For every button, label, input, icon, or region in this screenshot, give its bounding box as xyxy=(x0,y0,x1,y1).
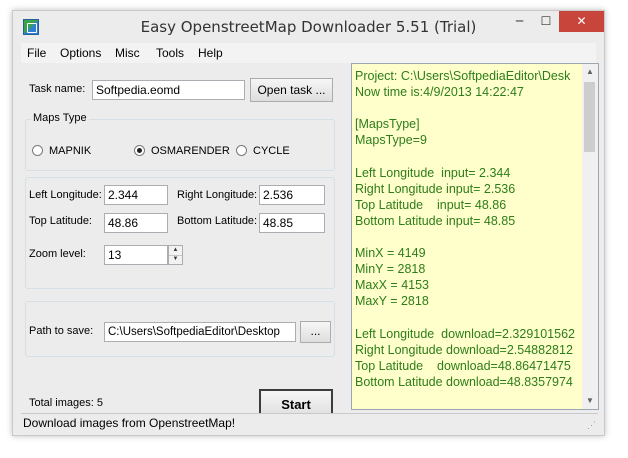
mapnik-label[interactable]: MAPNIK xyxy=(49,145,91,157)
cycle-radio[interactable] xyxy=(236,145,247,156)
bottom-latitude-input[interactable]: 48.85 xyxy=(259,213,325,233)
spin-down-icon[interactable]: ▼ xyxy=(169,255,182,264)
log-line: MinY = 2818 xyxy=(355,262,426,277)
mapnik-radio[interactable] xyxy=(32,145,43,156)
osmarender-radio[interactable] xyxy=(134,145,145,156)
right-longitude-label: Right Longitude: xyxy=(177,189,258,201)
maximize-button[interactable]: ☐ xyxy=(533,11,559,32)
menu-bar: File Options Misc Tools Help xyxy=(21,43,596,63)
log-line: Now time is:4/9/2013 14:22:47 xyxy=(355,85,524,100)
total-images-text: Total images: 5 xyxy=(29,397,103,409)
log-line: Right Longitude input= 2.536 xyxy=(355,181,516,196)
bottom-latitude-label: Bottom Latitude: xyxy=(177,215,258,227)
log-text: Project: C:\Users\SoftpediaEditor\Desk No… xyxy=(355,68,581,390)
log-line: MaxX = 4153 xyxy=(355,278,430,293)
log-scrollbar[interactable]: ▲ ▼ xyxy=(582,64,598,409)
resize-grip-icon[interactable]: ⋰ xyxy=(587,420,596,431)
log-panel[interactable]: Project: C:\Users\SoftpediaEditor\Desk No… xyxy=(351,63,599,410)
log-line: Left Longitude download=2.329101562 xyxy=(355,326,575,341)
scroll-up-icon[interactable]: ▲ xyxy=(582,64,598,80)
title-bar[interactable]: Easy OpenstreetMap Downloader 5.51 (Tria… xyxy=(13,11,604,43)
task-name-label: Task name: xyxy=(29,83,86,95)
log-line: Top Latitude input= 48.86 xyxy=(355,197,507,212)
right-longitude-input[interactable]: 2.536 xyxy=(259,185,325,205)
zoom-level-spinner[interactable]: ▲ ▼ xyxy=(168,245,183,265)
log-line: Top Latitude download=48.86471475 xyxy=(355,358,571,373)
osmarender-label[interactable]: OSMARENDER xyxy=(151,145,230,157)
path-to-save-label: Path to save: xyxy=(29,325,94,337)
cycle-label[interactable]: CYCLE xyxy=(253,145,290,157)
menu-file[interactable]: File xyxy=(27,46,46,60)
log-line: Right Longitude download=2.54882812 xyxy=(355,342,573,357)
scroll-down-icon[interactable]: ▼ xyxy=(582,393,598,409)
close-button[interactable]: ✕ xyxy=(559,11,604,32)
log-line: [MapsType] xyxy=(355,117,420,132)
menu-tools[interactable]: Tools xyxy=(156,46,184,60)
menu-misc[interactable]: Misc xyxy=(115,46,140,60)
maps-type-legend: Maps Type xyxy=(31,112,89,124)
path-to-save-input[interactable]: C:\Users\SoftpediaEditor\Desktop xyxy=(104,322,296,342)
zoom-level-input[interactable]: 13 xyxy=(104,245,168,265)
log-line: MinX = 4149 xyxy=(355,246,426,261)
log-line: Project: C:\Users\SoftpediaEditor\Desk xyxy=(355,69,571,83)
log-line: Bottom Latitude download=48.8357974 xyxy=(355,374,573,389)
top-latitude-input[interactable]: 48.86 xyxy=(104,213,168,233)
log-line: Bottom Latitude input= 48.85 xyxy=(355,213,516,228)
task-name-input[interactable]: Softpedia.eomd xyxy=(92,80,245,100)
log-line: MaxY = 2818 xyxy=(355,294,429,309)
open-task-button[interactable]: Open task ... xyxy=(250,78,333,102)
log-line: MapsType=9 xyxy=(355,133,427,148)
minimize-button[interactable]: ─ xyxy=(506,11,533,32)
left-longitude-input[interactable]: 2.344 xyxy=(104,185,168,205)
menu-options[interactable]: Options xyxy=(60,46,101,60)
status-bar: Download images from OpenstreetMap! ⋰ xyxy=(21,413,598,433)
status-text: Download images from OpenstreetMap! xyxy=(23,416,236,430)
left-longitude-label: Left Longitude: xyxy=(29,189,102,201)
menu-help[interactable]: Help xyxy=(198,46,223,60)
top-latitude-label: Top Latitude: xyxy=(29,215,92,227)
scroll-thumb[interactable] xyxy=(584,82,595,152)
zoom-level-label: Zoom level: xyxy=(29,248,86,260)
settings-panel: Task name: Softpedia.eomd Open task ... … xyxy=(21,63,346,419)
log-line: Left Longitude input= 2.344 xyxy=(355,165,511,180)
browse-button[interactable]: ... xyxy=(300,321,331,343)
app-window: Easy OpenstreetMap Downloader 5.51 (Tria… xyxy=(12,10,605,436)
